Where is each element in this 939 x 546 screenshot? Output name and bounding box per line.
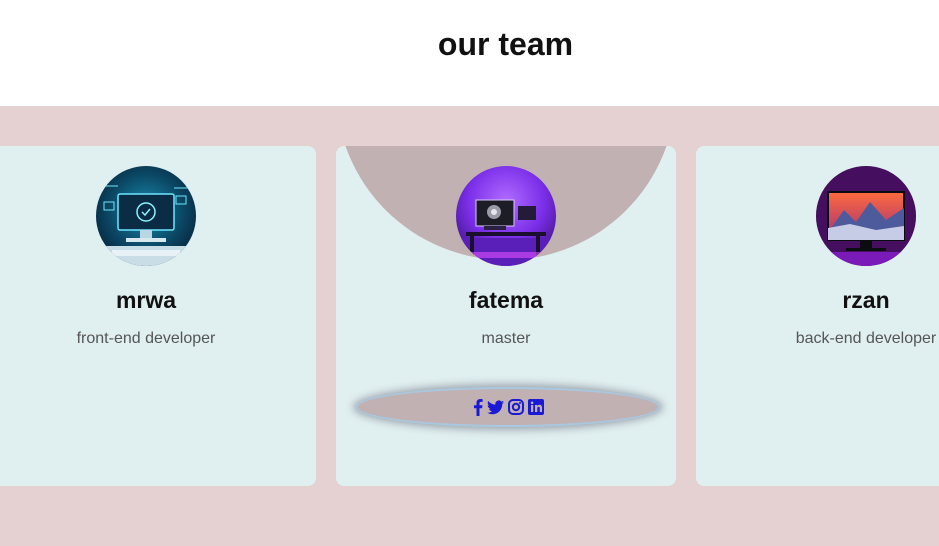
facebook-icon[interactable] xyxy=(473,398,483,416)
member-role: front-end developer xyxy=(76,330,216,347)
page-title: our team xyxy=(437,26,574,62)
cyber-computer-avatar xyxy=(96,166,196,266)
team-card[interactable]: fatema master xyxy=(336,146,676,486)
team-card[interactable]: mrwa front-end developer xyxy=(0,146,316,486)
instagram-icon[interactable] xyxy=(507,398,524,416)
member-name: fatema xyxy=(468,287,544,313)
avatar xyxy=(816,166,916,266)
avatar xyxy=(96,166,196,266)
social-links-bar xyxy=(356,387,660,427)
member-role: back-end developer xyxy=(795,330,937,347)
mountain-monitor-avatar xyxy=(816,166,916,266)
member-role: master xyxy=(481,330,531,347)
purple-gaming-setup-avatar xyxy=(456,166,556,266)
team-card[interactable]: rzan back-end developer xyxy=(696,146,939,486)
page-header: our team xyxy=(0,0,939,106)
member-name: rzan xyxy=(842,287,890,313)
linkedin-icon[interactable] xyxy=(527,398,544,416)
twitter-icon[interactable] xyxy=(486,398,504,416)
avatar xyxy=(456,166,556,266)
member-name: mrwa xyxy=(115,287,177,313)
team-section: mrwa front-end developer fatema master r… xyxy=(0,106,939,546)
